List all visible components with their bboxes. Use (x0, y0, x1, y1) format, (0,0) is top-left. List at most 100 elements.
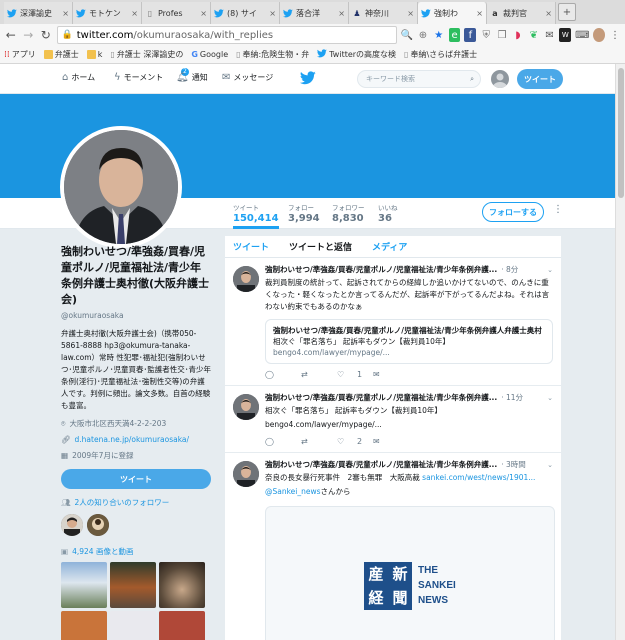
bookmark-item[interactable]: ▯ 奉納\さらば弁護士 (404, 49, 477, 60)
retweet-icon[interactable]: ⇄ (301, 437, 337, 446)
browser-tab[interactable]: 強制わ × (418, 2, 487, 24)
tab-tweets-and-replies[interactable]: ツイートと返信 (289, 240, 352, 253)
media-thumbnail[interactable] (159, 611, 205, 640)
mail-icon[interactable]: ✉ (544, 28, 556, 42)
bookmark-item[interactable]: k (86, 50, 102, 59)
menu-icon[interactable]: ⋮ (609, 28, 621, 42)
quoted-card[interactable]: 強制わいせつ/準強姦/買春/児童ポルノ/児童福祉法/青少年条例弁護人弁護士奥村 … (265, 319, 553, 364)
close-icon[interactable]: × (338, 9, 345, 18)
tweet-time[interactable]: · 3時間 (501, 459, 526, 470)
follower-avatar[interactable] (87, 514, 109, 536)
address-bar[interactable]: 🔒 twitter.com/okumuraosaka/with_replies (56, 26, 397, 44)
search-icon[interactable]: ⌕ (470, 75, 474, 84)
tweet-author[interactable]: 強制わいせつ/準強姦/買春/児童ポルノ/児童福祉法/青少年条例弁護... (265, 459, 497, 470)
browser-tab[interactable]: 深澤諭史 × (4, 2, 73, 24)
user-avatar[interactable] (491, 70, 509, 88)
media-thumbnail[interactable] (61, 611, 107, 640)
bookmark-item[interactable]: ▯ 弁護士 深澤諭史の (110, 49, 183, 60)
tweet[interactable]: 強制わいせつ/準強姦/買春/児童ポルノ/児童福祉法/青少年条例弁護... · 3… (225, 453, 561, 640)
media-link[interactable]: ▣ 4,924 画像と動画 (61, 546, 211, 557)
media-thumbnail[interactable] (110, 562, 156, 608)
close-icon[interactable]: × (545, 9, 552, 18)
tab-media[interactable]: メディア (372, 240, 407, 253)
page-scrollbar[interactable] (615, 64, 625, 640)
bookmark-item[interactable]: ⁞⁞ アプリ (4, 49, 36, 60)
scrollbar-thumb[interactable] (618, 68, 624, 198)
retweet-icon[interactable]: ⇄ (301, 370, 337, 379)
tweet-author[interactable]: 強制わいせつ/準強姦/買春/児童ポルノ/児童福祉法/青少年条例弁護... (265, 264, 497, 275)
back-icon[interactable]: ← (4, 27, 18, 43)
browser-tab[interactable]: ♟ 神奈川 × (349, 2, 418, 24)
message-icon[interactable]: ✉ (373, 370, 409, 379)
tweet-avatar[interactable] (233, 394, 259, 420)
stat-likes[interactable]: いいね 36 (378, 202, 398, 224)
bookmark-item[interactable]: Twitterの高度な検 (317, 49, 396, 60)
bookmark-icon[interactable]: ❒ (496, 28, 508, 42)
tweet-avatar[interactable] (233, 461, 259, 487)
tab-tweets[interactable]: ツイート (233, 240, 269, 253)
profile-avatar[interactable] (60, 126, 182, 248)
browser-tab[interactable]: 落合洋 × (280, 2, 349, 24)
browser-tab[interactable]: ▯ Profes × (142, 2, 211, 24)
tweet-avatar[interactable] (233, 266, 259, 292)
media-thumbnail[interactable] (61, 562, 107, 608)
twitter-bird-icon[interactable] (300, 71, 316, 85)
forward-icon[interactable]: → (22, 27, 36, 43)
zoom-icon[interactable]: ⊕ (417, 28, 429, 42)
like-button[interactable]: ♡ 2 (337, 437, 373, 446)
chevron-down-icon[interactable]: ⌄ (547, 394, 553, 402)
profile-handle[interactable]: @okumuraosaka (61, 311, 211, 320)
close-icon[interactable]: × (407, 9, 414, 18)
via-user-link[interactable]: @Sankei_news (265, 487, 321, 496)
tweet-link[interactable]: sankei.com/west/news/1901... (422, 473, 535, 482)
message-icon[interactable]: ✉ (373, 437, 409, 446)
stat-followers[interactable]: フォロワー 8,830 (332, 202, 365, 224)
bookmark-item[interactable]: 弁護士 (43, 49, 79, 60)
chevron-down-icon[interactable]: ⌄ (547, 266, 553, 274)
like-button[interactable]: ♡ 1 (337, 370, 373, 379)
tweet[interactable]: 強制わいせつ/準強姦/買春/児童ポルノ/児童福祉法/青少年条例弁護... · 8… (225, 258, 561, 386)
website-link[interactable]: d.hatena.ne.jp/okumuraosaka/ (75, 435, 190, 444)
media-thumbnail[interactable] (159, 562, 205, 608)
bookmark-item[interactable]: ▯ 奉納:危険生物・弁 (236, 49, 309, 60)
known-followers-link[interactable]: 👥︎ 2人の知り合いのフォロワー (61, 497, 211, 508)
search-input[interactable]: キーワード検索 ⌕ (357, 70, 481, 88)
reload-icon[interactable]: ↻ (39, 27, 53, 43)
browser-tab[interactable]: (8) サイ × (211, 2, 280, 24)
follower-avatar[interactable] (61, 514, 83, 536)
evernote-clip-icon[interactable]: ❦ (528, 28, 540, 42)
profile-name[interactable]: 強制わいせつ/準強姦/買春/児童ポルノ/児童福祉法/青少年条例弁護士奥村徹(大阪… (61, 244, 211, 308)
profile-icon[interactable] (593, 28, 606, 42)
nav-home[interactable]: ⌂ ホーム (62, 72, 95, 83)
reply-icon[interactable]: ◯ (265, 370, 301, 379)
tweet-link[interactable]: bengo4.com/lawyer/mypage/... (265, 419, 553, 431)
browser-tab[interactable]: モトケン × (73, 2, 142, 24)
more-options-icon[interactable]: ⋮ (553, 204, 563, 215)
media-thumbnail[interactable] (110, 611, 156, 640)
stat-tweets[interactable]: ツイート 150,414 (233, 202, 279, 229)
stat-following[interactable]: フォロー 3,994 (288, 202, 320, 224)
reply-icon[interactable]: ◯ (265, 437, 301, 446)
nav-messages[interactable]: ✉ メッセージ (222, 72, 273, 83)
tweet-to-button[interactable]: ツイート (61, 469, 211, 489)
compose-tweet-button[interactable]: ツイート (517, 69, 563, 89)
close-icon[interactable]: × (269, 9, 276, 18)
keyboard-icon[interactable]: ⌨ (575, 28, 589, 42)
search-icon[interactable]: 🔍 (401, 28, 413, 42)
new-tab-button[interactable]: + (558, 3, 576, 21)
pocket-icon[interactable]: ◗ (512, 28, 524, 42)
close-icon[interactable]: × (62, 9, 69, 18)
nav-notifications[interactable]: 🔔︎ 通知 (176, 72, 208, 83)
extension-icon[interactable]: W (559, 28, 572, 42)
close-icon[interactable]: × (200, 9, 207, 18)
tweet-author[interactable]: 強制わいせつ/準強姦/買春/児童ポルノ/児童福祉法/青少年条例弁護... (265, 392, 497, 403)
tweet-time[interactable]: · 11分 (501, 392, 523, 403)
close-icon[interactable]: × (131, 9, 138, 18)
star-icon[interactable]: ★ (433, 28, 445, 42)
evernote-icon[interactable]: e (448, 28, 461, 42)
follow-button[interactable]: フォローする (482, 202, 544, 222)
tweet-time[interactable]: · 8分 (501, 264, 518, 275)
browser-tab[interactable]: a 裁判官 × (487, 2, 556, 24)
close-icon[interactable]: × (476, 9, 483, 18)
tweet[interactable]: 強制わいせつ/準強姦/買春/児童ポルノ/児童福祉法/青少年条例弁護... · 1… (225, 386, 561, 453)
